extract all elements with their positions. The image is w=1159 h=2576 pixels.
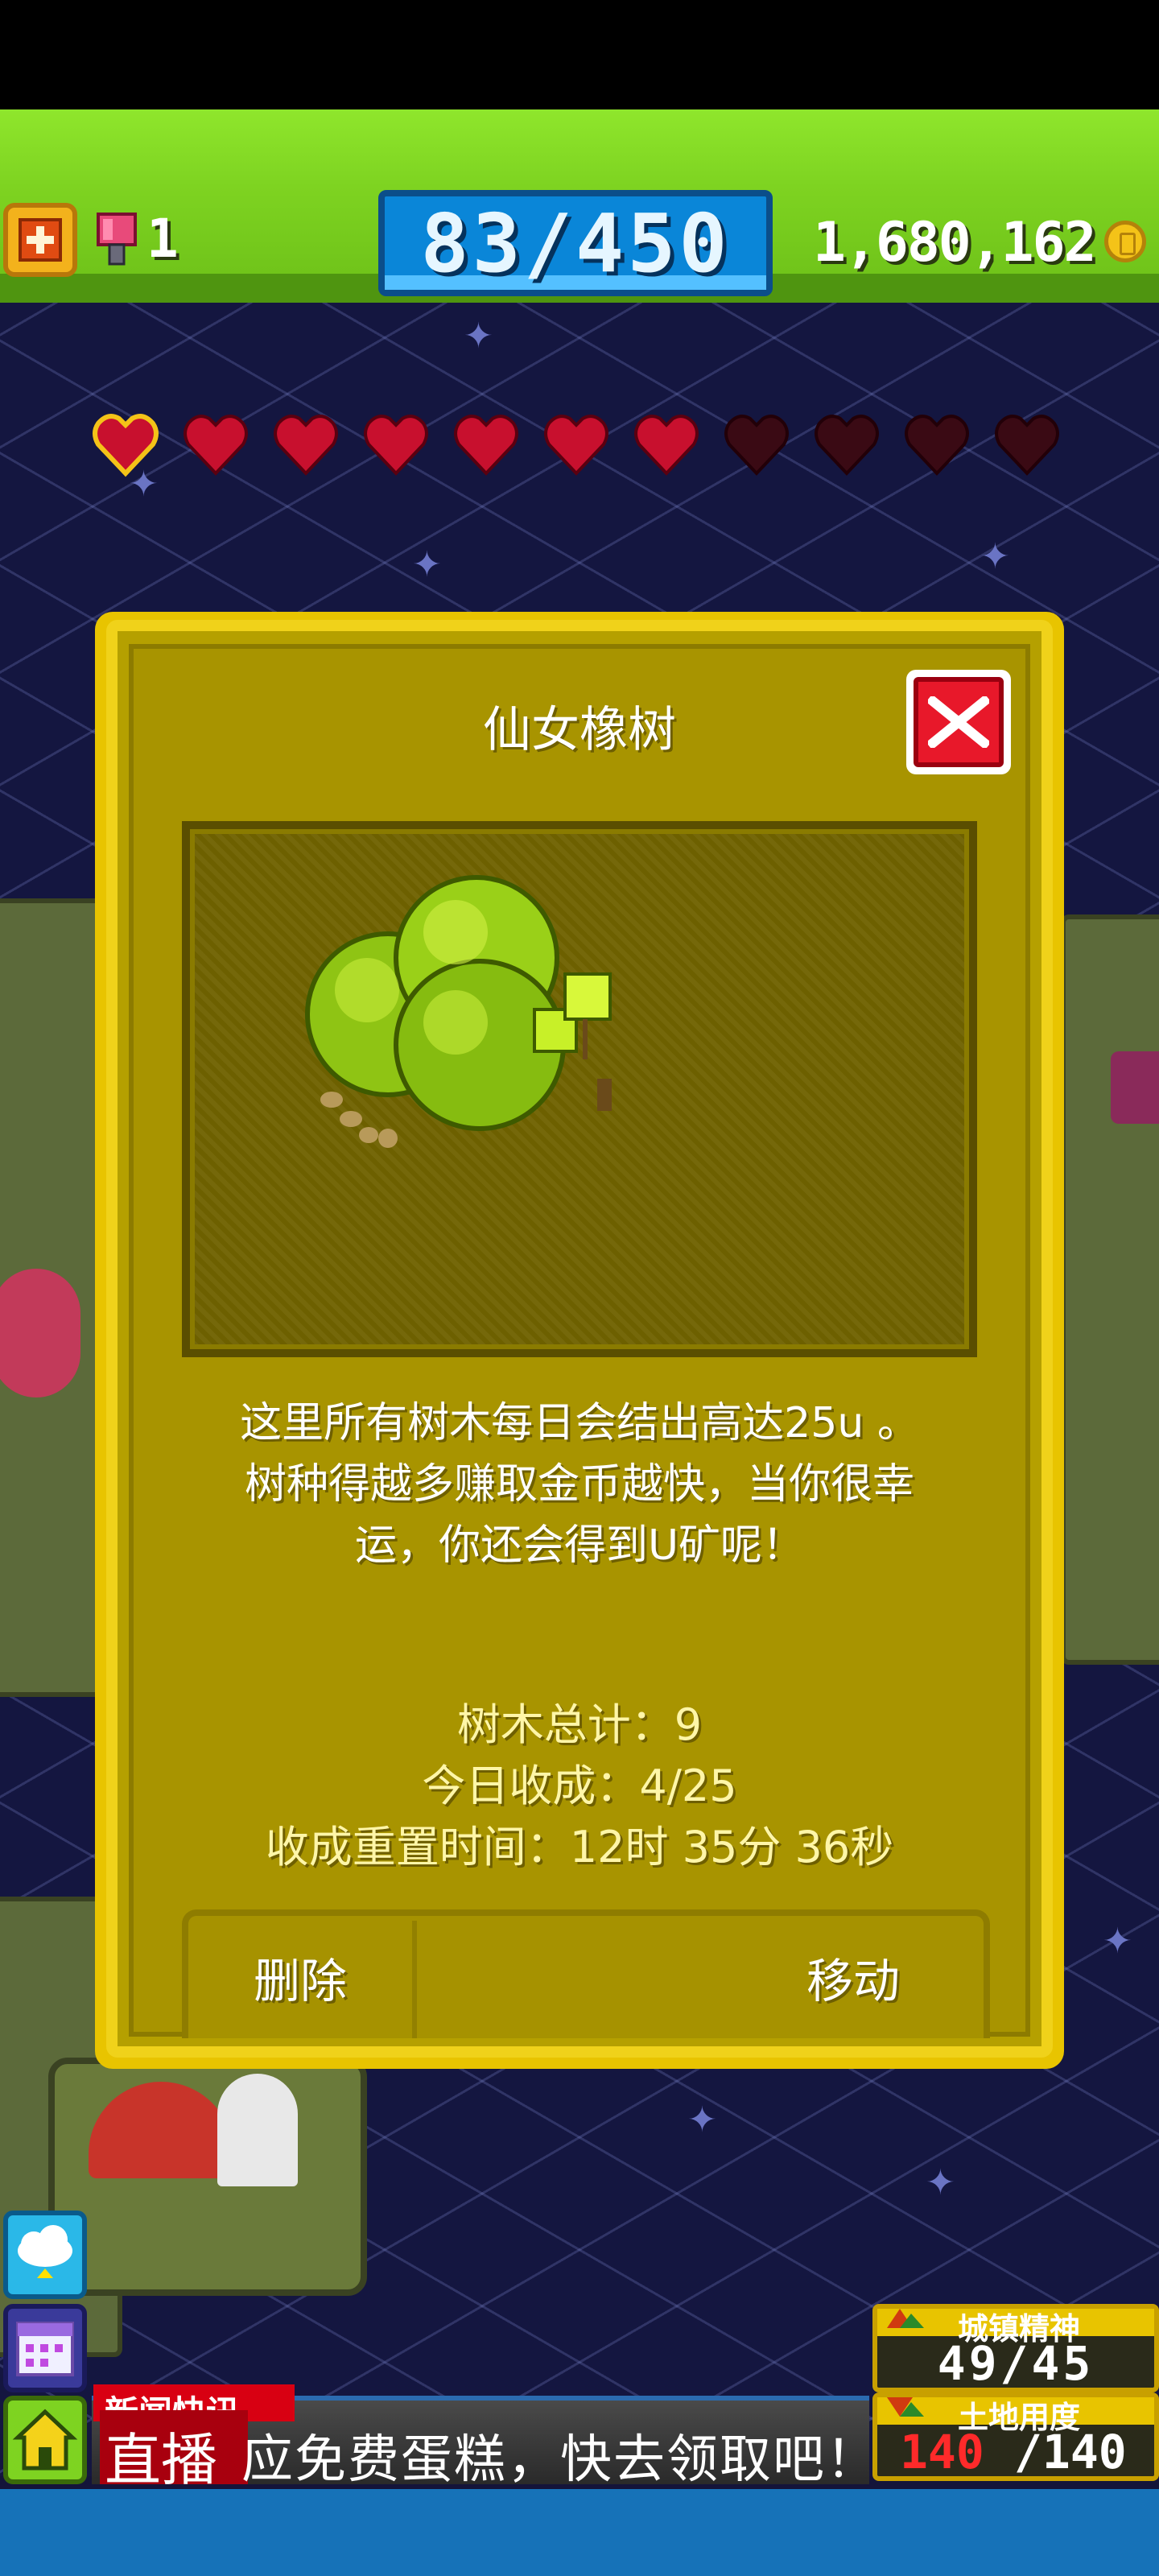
harvest-today: 今日收成：4/25	[422, 1761, 737, 1811]
home-button[interactable]	[3, 2396, 87, 2484]
action-divider	[412, 1921, 417, 2038]
delete-button[interactable]: 删除	[188, 1921, 412, 2033]
move-label: 移动	[806, 1954, 900, 2008]
circus-dome	[217, 2074, 298, 2186]
status-bar	[0, 0, 1159, 109]
heart-empty-icon	[724, 415, 789, 475]
move-button[interactable]: 移动	[740, 1921, 966, 2033]
plus-icon	[19, 218, 62, 262]
land-used-value: 140	[900, 2425, 984, 2479]
news-live-label: 直播	[105, 2427, 217, 2493]
close-button[interactable]	[906, 670, 1011, 774]
tree-total: 树木总计：9	[456, 1699, 703, 1750]
heart-icon	[544, 415, 608, 475]
coin-icon	[1104, 221, 1146, 262]
delete-label: 删除	[253, 1954, 347, 2008]
cloud-icon	[18, 2225, 72, 2278]
town-spirit-panel[interactable]: 城镇精神 49/45	[872, 2304, 1159, 2392]
bottom-bar	[0, 2489, 1159, 2576]
star-icon: ✦	[687, 2099, 717, 2140]
star-icon: ✦	[1103, 1921, 1132, 1962]
pink-trees	[0, 1269, 80, 1397]
heart-icon	[184, 415, 248, 475]
heart-icon	[364, 415, 428, 475]
harvest-reset-time: 收成重置时间：12时 35分 36秒	[265, 1822, 894, 1872]
heart-empty-icon	[815, 415, 879, 475]
ticket-count: 1	[146, 208, 179, 270]
item-preview	[182, 821, 977, 1357]
item-description: 这里所有树木每日会结出高达25u 。 树种得越多赚取金币越快，当你很幸 运，你还…	[177, 1393, 982, 1576]
description-line: 运，你还会得到U矿呢！	[354, 1521, 805, 1570]
description-line: 这里所有树木每日会结出高达25u 。	[240, 1399, 919, 1447]
right-building	[1111, 1051, 1159, 1124]
heart-empty-icon	[905, 415, 969, 475]
add-button[interactable]	[3, 203, 77, 277]
land-total-value: /140	[1014, 2425, 1127, 2479]
ticket-icon	[97, 213, 137, 266]
triangle-icon	[885, 2394, 926, 2418]
calendar-button[interactable]	[3, 2304, 87, 2392]
fairy-oak-tree-icon	[305, 875, 612, 1148]
description-line: 树种得越多赚取金币越快，当你很幸	[244, 1460, 914, 1509]
triangle-icon	[885, 2306, 926, 2330]
happiness-hearts	[89, 402, 1059, 483]
population-counter[interactable]: 83/450	[378, 190, 773, 296]
population-value: 83/450	[420, 196, 731, 291]
star-icon: ✦	[980, 536, 1010, 577]
calendar-icon	[16, 2322, 74, 2376]
star-icon: ✦	[926, 2162, 955, 2203]
close-icon	[914, 677, 1004, 767]
heart-icon	[634, 415, 699, 475]
heart-icon	[454, 415, 518, 475]
star-icon: ✦	[464, 316, 493, 357]
heart-icon	[95, 416, 156, 473]
weather-button[interactable]	[3, 2211, 87, 2299]
dialog-title: 仙女橡树	[483, 702, 676, 758]
right-island	[1061, 914, 1159, 1665]
house-icon	[12, 2409, 78, 2471]
star-icon: ✦	[412, 544, 442, 585]
town-spirit-value: 49/45	[937, 2336, 1095, 2391]
land-use-panel[interactable]: 土地用度 140 /140	[872, 2392, 1159, 2481]
heart-icon	[274, 415, 338, 475]
heart-empty-icon	[995, 415, 1059, 475]
coin-balance: 1,680,162	[813, 211, 1096, 275]
news-text: 应免费蛋糕，快去领取吧！	[241, 2430, 879, 2490]
